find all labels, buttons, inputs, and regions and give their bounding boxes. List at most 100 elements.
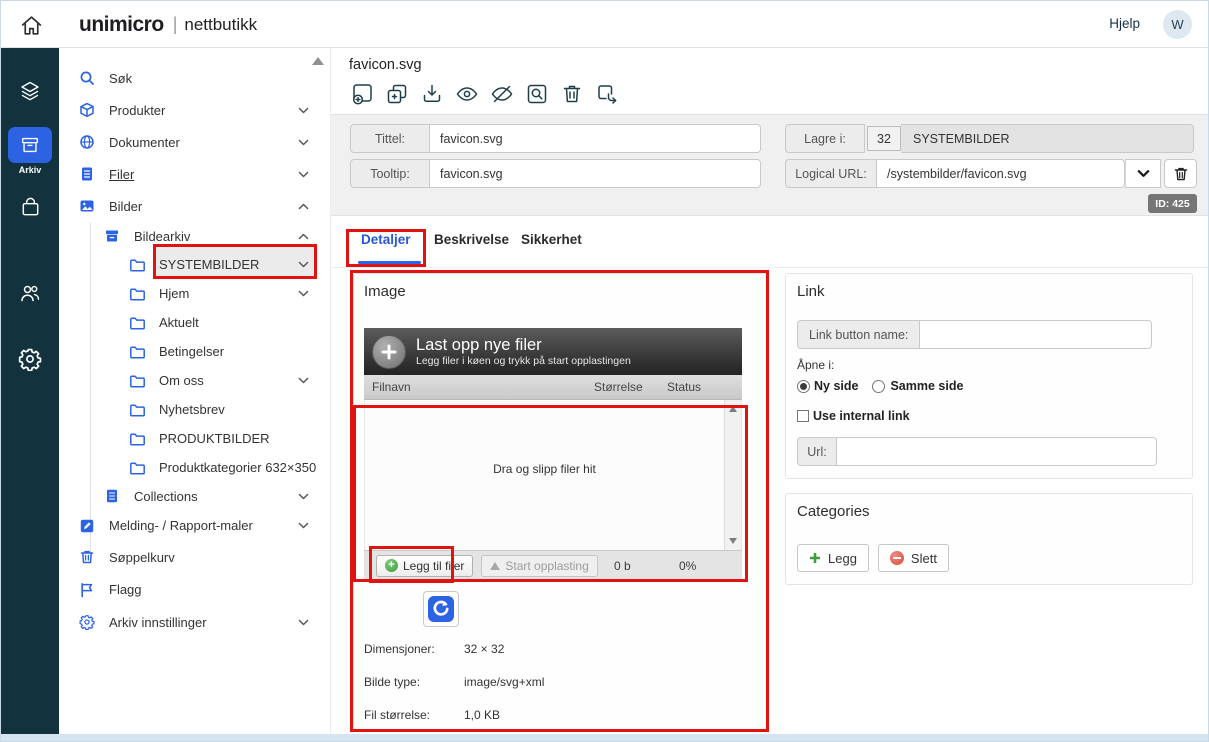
nav-item-bilder[interactable]: Bilder (59, 190, 330, 222)
category-add-button[interactable]: Legg (797, 544, 869, 572)
user-avatar[interactable]: W (1163, 10, 1192, 39)
nav-item-produktkategorier[interactable]: Produktkategorier 632×350 (59, 453, 330, 482)
home-button[interactable] (17, 11, 45, 39)
save-in-group: Lagre i: 32 SYSTEMBILDER (785, 124, 1194, 153)
help-link[interactable]: Hjelp (1109, 16, 1140, 31)
uploader-subtitle: Legg filer i køen og trykk på start oppl… (416, 355, 631, 367)
logical-url-dropdown-button[interactable] (1125, 159, 1161, 188)
preview-icon (527, 84, 547, 104)
url-group: Url: (797, 437, 1157, 466)
move-button[interactable] (594, 81, 620, 107)
radio-samme-side[interactable] (872, 379, 886, 393)
tab-sikkerhet[interactable]: Sikkerhet (521, 232, 582, 247)
chevron-down-icon[interactable] (297, 258, 310, 271)
chevron-down-icon[interactable] (297, 287, 310, 300)
category-delete-button[interactable]: Slett (877, 544, 949, 572)
detail-label: Fil størrelse: (364, 708, 430, 722)
add-image-icon (352, 84, 372, 105)
archive-icon (104, 228, 120, 244)
uploader-column-headers: Filnavn Størrelse Status (364, 375, 742, 400)
rail-layers-button[interactable] (1, 79, 59, 103)
add-files-button[interactable]: + Legg til filer (376, 554, 474, 577)
nav-item-om-oss[interactable]: Om oss (59, 366, 330, 395)
radio-ny-side[interactable] (797, 379, 810, 393)
download-button[interactable] (419, 81, 445, 107)
radio-ny-side-label[interactable]: Ny side (814, 379, 858, 393)
nav-item-hjem[interactable]: Hjem (59, 279, 330, 308)
categories-heading: Categories (797, 503, 870, 520)
nav-item-arkiv-innstillinger[interactable]: Arkiv innstillinger (59, 606, 330, 638)
chevron-down-icon[interactable] (297, 616, 310, 629)
preview-button[interactable] (524, 81, 550, 107)
nav-item-melding-rapport-maler[interactable]: Melding- / Rapport-maler (59, 510, 330, 541)
chevron-down-icon[interactable] (297, 519, 310, 532)
flag-icon (79, 582, 95, 598)
logical-url-input[interactable]: /systembilder/favicon.svg (877, 159, 1125, 188)
scroll-down-arrow[interactable] (729, 538, 737, 544)
start-upload-button[interactable]: Start opplasting (481, 554, 598, 577)
nav-item-bildearkiv[interactable]: Bildearkiv (59, 222, 330, 250)
dropzone-scrollbar[interactable] (724, 400, 741, 550)
chevron-up-icon[interactable] (297, 230, 310, 243)
tooltip-input[interactable]: favicon.svg (430, 159, 761, 188)
shopping-bag-icon (22, 197, 38, 216)
chevron-up-icon[interactable] (297, 200, 310, 213)
radio-samme-side-label[interactable]: Samme side (890, 379, 963, 393)
categories-panel: Categories Legg Slett (785, 493, 1193, 585)
app-window: unimicro | nettbutikk Hjelp W Arkiv Søk … (0, 0, 1209, 742)
folder-icon (129, 431, 145, 447)
layers-icon (21, 81, 39, 101)
nav-item-aktuelt[interactable]: Aktuelt (59, 308, 330, 337)
use-internal-link-checkbox[interactable] (797, 410, 809, 422)
chevron-down-icon[interactable] (297, 136, 310, 149)
detail-row: Fil størrelse: 1,0 KB (364, 706, 664, 724)
delete-button[interactable] (559, 81, 585, 107)
dropzone[interactable]: Dra og slipp filer hit (364, 400, 742, 550)
tab-detaljer[interactable]: Detaljer (361, 232, 411, 247)
duplicate-button[interactable] (384, 81, 410, 107)
folder-icon (129, 402, 145, 418)
rail-archive-button-active[interactable] (8, 127, 52, 163)
nav-item-produkter[interactable]: Produkter (59, 94, 330, 126)
nav-item-collections[interactable]: Collections (59, 482, 330, 510)
logical-url-delete-button[interactable] (1164, 159, 1197, 188)
nav-item-filer[interactable]: Filer (59, 158, 330, 190)
folder-icon (129, 344, 145, 360)
logical-url-group: Logical URL: /systembilder/favicon.svg (785, 159, 1161, 188)
move-file-icon (598, 85, 617, 104)
image-panel-heading: Image (364, 283, 406, 300)
scroll-up-arrow[interactable] (729, 406, 737, 412)
nav-item-dokumenter[interactable]: Dokumenter (59, 126, 330, 158)
nav-item-betingelser[interactable]: Betingelser (59, 337, 330, 366)
rail-users-button[interactable] (1, 281, 59, 305)
title-input[interactable]: favicon.svg (430, 124, 761, 153)
chevron-down-icon[interactable] (297, 374, 310, 387)
nav-item-systembilder[interactable]: SYSTEMBILDER (59, 250, 330, 279)
nav-item-sok[interactable]: Søk (59, 62, 330, 94)
tab-beskrivelse[interactable]: Beskrivelse (434, 232, 509, 247)
add-image-button[interactable] (349, 81, 375, 107)
chevron-down-icon[interactable] (297, 490, 310, 503)
nav-item-nyhetsbrev[interactable]: Nyhetsbrev (59, 395, 330, 424)
chevron-down-icon[interactable] (297, 104, 310, 117)
rail-settings-button[interactable] (1, 347, 59, 371)
hide-button[interactable] (489, 81, 515, 107)
link-name-input[interactable] (920, 320, 1152, 349)
rail-shop-button[interactable] (1, 196, 59, 219)
url-label: Url: (797, 437, 837, 466)
nav-item-flagg[interactable]: Flagg (59, 573, 330, 606)
green-plus-icon (810, 553, 820, 563)
uploader-header: Last opp nye filer Legg filer i køen og … (364, 328, 742, 375)
show-button[interactable] (454, 81, 480, 107)
brand-logo: unimicro | nettbutikk (79, 1, 257, 48)
link-panel: Link Link button name: Åpne i: Ny side S… (785, 273, 1193, 479)
detail-value: image/svg+xml (464, 675, 545, 689)
url-input[interactable] (837, 437, 1157, 466)
nav-item-soppelkurv[interactable]: Søppelkurv (59, 541, 330, 573)
window-bottom-edge (1, 734, 1208, 741)
nav-item-produktbilder[interactable]: PRODUKTBILDER (59, 424, 330, 453)
package-icon (79, 102, 95, 118)
chevron-down-icon[interactable] (297, 168, 310, 181)
file-id-badge: ID: 425 (1148, 194, 1197, 213)
use-internal-link-label[interactable]: Use internal link (813, 409, 910, 423)
